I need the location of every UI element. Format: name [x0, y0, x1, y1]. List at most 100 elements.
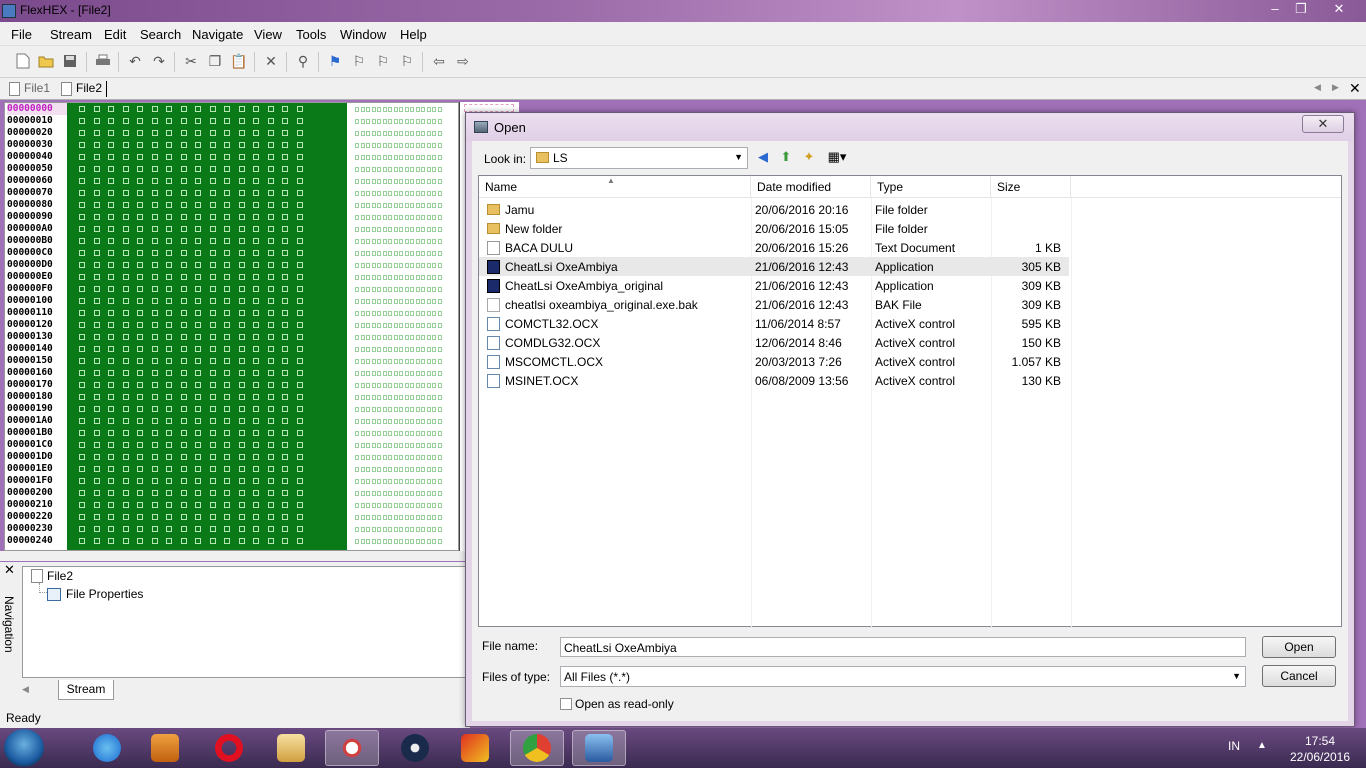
- ascii-char-cell[interactable]: [426, 275, 431, 280]
- ascii-char-cell[interactable]: [426, 431, 431, 436]
- close-button[interactable]: ✕: [1326, 1, 1352, 18]
- hex-byte-cell[interactable]: [79, 118, 85, 124]
- hex-byte-cell[interactable]: [93, 454, 100, 460]
- flexhex-icon[interactable]: [572, 730, 626, 766]
- hex-byte-cell[interactable]: [195, 202, 201, 208]
- ascii-char-cell[interactable]: [388, 143, 392, 148]
- hex-byte-cell[interactable]: [93, 214, 100, 220]
- snipping-tool-icon[interactable]: [325, 730, 379, 766]
- hex-byte-cell[interactable]: [151, 118, 158, 124]
- hex-byte-cell[interactable]: [151, 238, 158, 244]
- ascii-char-cell[interactable]: [355, 455, 359, 460]
- hex-byte-cell[interactable]: [180, 478, 187, 484]
- hex-byte-cell[interactable]: [79, 178, 85, 184]
- hex-byte-cell[interactable]: [253, 430, 259, 436]
- hex-byte-cell[interactable]: [253, 478, 259, 484]
- ascii-row[interactable]: [351, 415, 455, 427]
- ascii-char-cell[interactable]: [377, 107, 381, 112]
- ascii-char-cell[interactable]: [377, 407, 381, 412]
- hex-byte-cell[interactable]: [224, 490, 230, 496]
- hex-byte-cell[interactable]: [93, 298, 100, 304]
- ascii-char-cell[interactable]: [382, 491, 387, 496]
- hex-byte-cell[interactable]: [122, 418, 129, 424]
- ascii-char-cell[interactable]: [404, 407, 409, 412]
- hex-byte-cell[interactable]: [180, 418, 187, 424]
- ascii-char-cell[interactable]: [426, 359, 431, 364]
- hex-byte-cell[interactable]: [151, 526, 158, 532]
- ascii-char-cell[interactable]: [382, 335, 387, 340]
- ascii-char-cell[interactable]: [360, 419, 365, 424]
- hex-byte-cell[interactable]: [282, 226, 288, 232]
- ascii-char-cell[interactable]: [432, 287, 436, 292]
- hex-byte-cell[interactable]: [209, 310, 216, 316]
- hex-byte-cell[interactable]: [238, 250, 245, 256]
- ascii-char-cell[interactable]: [432, 155, 436, 160]
- ascii-char-cell[interactable]: [360, 539, 365, 544]
- hex-byte-cell[interactable]: [137, 286, 143, 292]
- hex-byte-cell[interactable]: [151, 310, 158, 316]
- hex-byte-cell[interactable]: [122, 358, 129, 364]
- ascii-char-cell[interactable]: [410, 395, 414, 400]
- ascii-char-cell[interactable]: [355, 347, 359, 352]
- ascii-char-cell[interactable]: [377, 371, 381, 376]
- ascii-char-cell[interactable]: [410, 359, 414, 364]
- hex-byte-cell[interactable]: [195, 262, 201, 268]
- ascii-char-cell[interactable]: [366, 191, 370, 196]
- ascii-char-cell[interactable]: [404, 503, 409, 508]
- hex-byte-cell[interactable]: [108, 130, 114, 136]
- hex-byte-cell[interactable]: [224, 310, 230, 316]
- hex-byte-cell[interactable]: [282, 334, 288, 340]
- ascii-char-cell[interactable]: [393, 311, 398, 316]
- ascii-row[interactable]: [351, 199, 455, 211]
- hex-byte-cell[interactable]: [93, 370, 100, 376]
- ascii-char-cell[interactable]: [437, 167, 442, 172]
- hex-byte-cell[interactable]: [282, 430, 288, 436]
- hex-byte-cell[interactable]: [180, 190, 187, 196]
- ascii-char-cell[interactable]: [377, 191, 381, 196]
- ascii-char-cell[interactable]: [355, 491, 359, 496]
- ascii-char-cell[interactable]: [437, 251, 442, 256]
- hex-byte-cell[interactable]: [209, 382, 216, 388]
- hex-byte-cell[interactable]: [195, 418, 201, 424]
- hex-byte-cell[interactable]: [151, 514, 158, 520]
- ascii-char-cell[interactable]: [393, 143, 398, 148]
- ascii-char-cell[interactable]: [388, 335, 392, 340]
- checkbox-box[interactable]: [560, 698, 572, 710]
- file-row[interactable]: COMCTL32.OCX 11/06/2014 8:57 ActiveX contr…: [479, 314, 1069, 333]
- scroll-left-icon[interactable]: ◀: [22, 684, 29, 695]
- ascii-char-cell[interactable]: [410, 275, 414, 280]
- hex-byte-cell[interactable]: [195, 478, 201, 484]
- ascii-char-cell[interactable]: [404, 131, 409, 136]
- hex-byte-cell[interactable]: [79, 154, 85, 160]
- ascii-char-cell[interactable]: [410, 239, 414, 244]
- hex-row[interactable]: [67, 487, 347, 499]
- hex-byte-cell[interactable]: [253, 334, 259, 340]
- hex-byte-cell[interactable]: [224, 442, 230, 448]
- ascii-char-cell[interactable]: [410, 383, 414, 388]
- ascii-char-cell[interactable]: [421, 179, 425, 184]
- ascii-char-cell[interactable]: [404, 311, 409, 316]
- hex-row[interactable]: [67, 139, 347, 151]
- next-bookmark-icon[interactable]: ⚐: [374, 52, 392, 70]
- ascii-row[interactable]: [351, 331, 455, 343]
- hex-byte-cell[interactable]: [180, 166, 187, 172]
- ascii-char-cell[interactable]: [410, 203, 414, 208]
- hex-byte-cell[interactable]: [253, 274, 259, 280]
- ascii-char-cell[interactable]: [382, 131, 387, 136]
- hex-byte-cell[interactable]: [296, 118, 303, 124]
- hex-byte-cell[interactable]: [296, 286, 303, 292]
- ascii-char-cell[interactable]: [404, 395, 409, 400]
- ascii-char-cell[interactable]: [421, 119, 425, 124]
- ascii-char-cell[interactable]: [355, 263, 359, 268]
- ascii-char-cell[interactable]: [366, 323, 370, 328]
- ascii-char-cell[interactable]: [437, 347, 442, 352]
- ascii-char-cell[interactable]: [437, 287, 442, 292]
- hex-byte-cell[interactable]: [108, 514, 114, 520]
- hex-byte-cell[interactable]: [195, 106, 201, 112]
- ascii-char-cell[interactable]: [410, 479, 414, 484]
- hex-byte-cell[interactable]: [137, 418, 143, 424]
- ascii-char-cell[interactable]: [421, 359, 425, 364]
- hex-byte-cell[interactable]: [108, 298, 114, 304]
- ascii-char-cell[interactable]: [404, 203, 409, 208]
- hex-byte-cell[interactable]: [238, 118, 245, 124]
